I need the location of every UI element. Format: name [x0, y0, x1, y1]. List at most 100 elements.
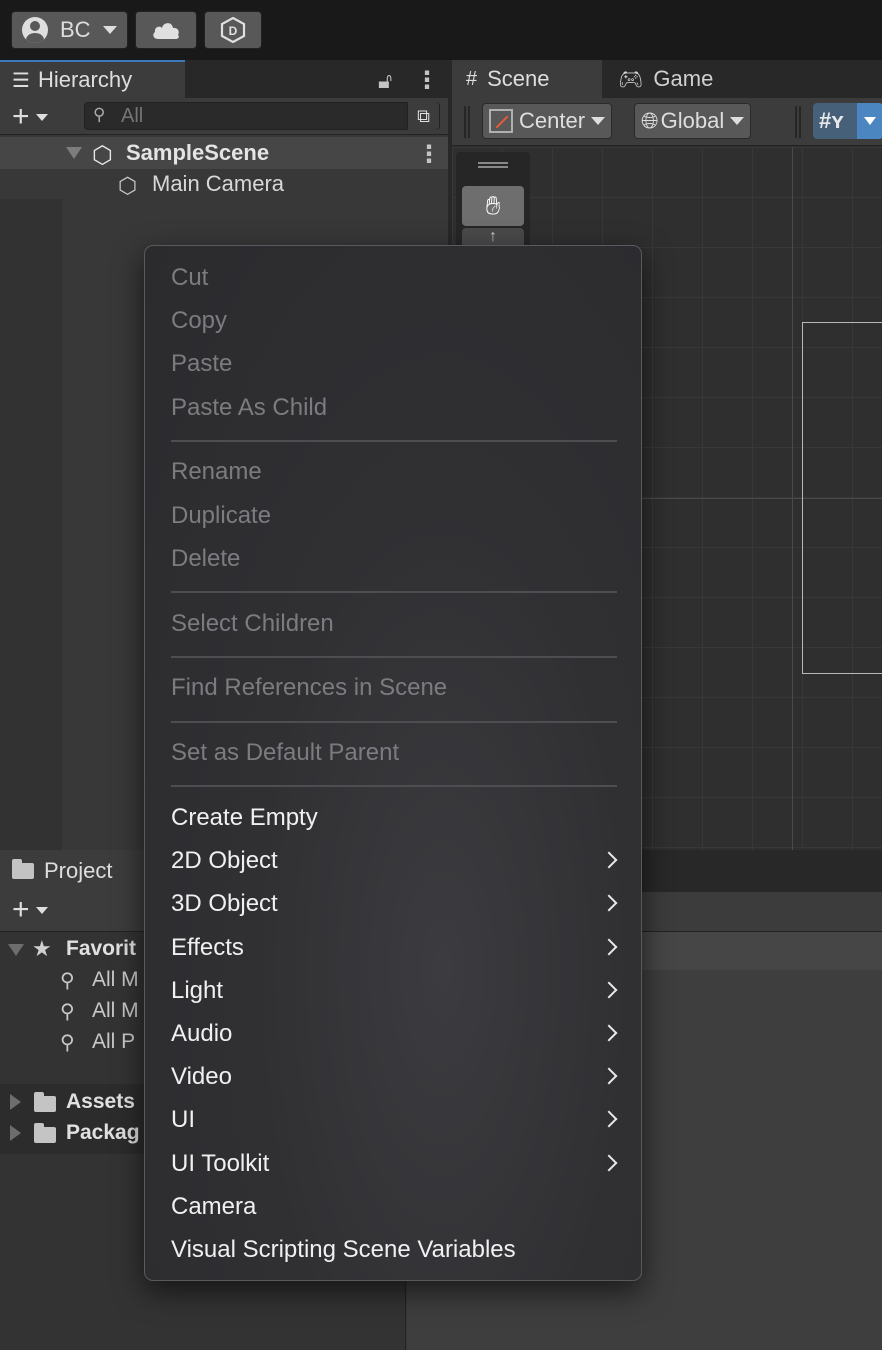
menu-item-find-references-in-scene[interactable]: Find References in Scene [171, 668, 617, 708]
menu-item-light[interactable]: Light [171, 971, 617, 1011]
create-asset-button[interactable]: + [12, 893, 48, 927]
tab-project-label: Project [44, 858, 113, 883]
menu-item-video[interactable]: Video [171, 1057, 617, 1097]
gamepad-icon: 🎮︎ [618, 68, 644, 91]
menu-item-delete[interactable]: Delete [171, 539, 617, 579]
pivot-icon [489, 109, 513, 133]
expand-arrow-icon[interactable] [10, 1125, 21, 1141]
collapse-arrow-icon[interactable] [8, 944, 24, 956]
hierarchy-tabstrip: ☰ Hierarchy 🔓︎ ⋮ [0, 60, 448, 98]
menu-item-3d-object[interactable]: 3D Object [171, 884, 617, 924]
plus-icon: + [12, 100, 30, 133]
toolbar-grip[interactable] [464, 106, 470, 138]
menu-item-2d-object[interactable]: 2D Object [171, 841, 617, 881]
cloud-button[interactable] [135, 11, 197, 49]
favorite-label: All M [92, 999, 139, 1022]
menu-item-cut[interactable]: Cut [171, 258, 617, 298]
folder-icon [12, 859, 34, 879]
tab-hierarchy[interactable]: ☰ Hierarchy [0, 60, 185, 98]
menu-item-rename[interactable]: Rename [171, 452, 617, 492]
menu-item-copy[interactable]: Copy [171, 301, 617, 341]
menu-item-set-as-default-parent[interactable]: Set as Default Parent [171, 733, 617, 773]
menu-item-select-children[interactable]: Select Children [171, 604, 617, 644]
menu-item-effects[interactable]: Effects [171, 928, 617, 968]
account-label: BC [60, 17, 91, 42]
overlay-drag-handle[interactable] [478, 162, 508, 168]
folder-icon [34, 1092, 56, 1112]
menu-item-label: Rename [171, 458, 262, 486]
star-icon: ★ [32, 936, 52, 961]
menu-item-label: UI [171, 1106, 195, 1134]
hierarchy-search: ⚲ ⧉ [84, 102, 440, 130]
search-icon: ⚲ [60, 969, 75, 992]
more-options-icon[interactable]: ⋮ [415, 66, 439, 95]
menu-item-ui[interactable]: UI [171, 1100, 617, 1140]
unity-scene-icon: ⬡ [92, 142, 113, 169]
globe-icon: 🌐︎ [641, 108, 659, 133]
menu-item-label: Audio [171, 1020, 233, 1047]
tools-overlay: ✋︎ ↑ [456, 152, 530, 252]
pivot-mode-label: Center [519, 108, 586, 133]
chevron-down-icon [591, 117, 606, 125]
menu-item-paste-as-child[interactable]: Paste As Child [171, 388, 617, 428]
gameobject-cube-icon: ⬡ [118, 173, 138, 198]
search-by-type-icon[interactable]: ⧉ [407, 102, 439, 130]
menu-item-label: 2D Object [171, 847, 278, 875]
account-dropdown[interactable]: BC [11, 11, 128, 49]
chevron-right-icon [603, 1150, 617, 1178]
expand-arrow-icon[interactable] [66, 147, 82, 159]
menu-item-paste[interactable]: Paste [171, 344, 617, 384]
hierarchy-toolbar: + ⚲ ⧉ [0, 98, 448, 135]
pivot-rotation-dropdown[interactable]: 🌐︎ Global [634, 103, 752, 139]
svg-text:D: D [229, 24, 238, 38]
menu-item-create-empty[interactable]: Create Empty [171, 798, 617, 838]
menu-item-visual-scripting-scene-variables[interactable]: Visual Scripting Scene Variables [171, 1230, 617, 1270]
hand-tool-icon[interactable]: ✋︎ [462, 186, 524, 226]
chevron-down-icon [35, 906, 48, 914]
chevron-down-icon [102, 26, 117, 34]
grid-hash-icon: # [466, 67, 478, 90]
context-menu: Cut Copy Paste Paste As Child Rename Duplicat… [144, 245, 642, 1281]
chevron-right-icon [603, 890, 617, 918]
menu-item-duplicate[interactable]: Duplicate [171, 496, 617, 536]
menu-separator [171, 785, 617, 788]
menu-item-label: 3D Object [171, 890, 278, 918]
favorites-label: Favorit [66, 937, 137, 960]
menu-item-audio[interactable]: Audio [171, 1014, 617, 1054]
scene-row[interactable]: ⬡ SampleScene ⋮ [0, 137, 448, 169]
menu-item-label: Video [171, 1063, 232, 1091]
hierarchy-item[interactable]: ⬡ Main Camera [0, 169, 448, 199]
menu-separator [171, 591, 617, 593]
menu-item-label: Visual Scripting Scene Variables [171, 1236, 516, 1263]
pivot-mode-dropdown[interactable]: Center [482, 103, 613, 139]
menu-item-label: Copy [171, 307, 228, 335]
menu-item-label: Select Children [171, 609, 334, 637]
menu-separator [171, 655, 617, 658]
menu-item-ui-toolkit[interactable]: UI Toolkit [171, 1144, 617, 1184]
pivot-rotation-label: Global [660, 108, 725, 133]
menu-item-label: UI Toolkit [171, 1149, 270, 1177]
menu-item-label: Cut [171, 264, 209, 291]
chevron-right-icon [603, 1063, 617, 1091]
tab-game[interactable]: 🎮︎ Game [604, 60, 744, 98]
grid-snap-icon: #ʏ [819, 108, 844, 133]
create-button[interactable]: + [12, 100, 48, 134]
folder-icon [34, 1123, 56, 1143]
scene-options-icon[interactable]: ⋮ [417, 140, 441, 169]
grid-toggle-button[interactable]: #ʏ [813, 103, 882, 139]
tab-hierarchy-label: Hierarchy [37, 67, 133, 92]
list-icon: ☰ [12, 69, 30, 92]
chevron-right-icon [603, 1106, 617, 1134]
search-input[interactable] [121, 103, 401, 129]
plastic-scm-button[interactable]: D [204, 11, 262, 49]
expand-arrow-icon[interactable] [10, 1094, 21, 1110]
chevron-right-icon [603, 977, 617, 1005]
menu-item-camera[interactable]: Camera [171, 1187, 617, 1227]
toolbar-grip[interactable] [795, 106, 801, 138]
tab-scene[interactable]: # Scene [452, 60, 602, 98]
lock-icon[interactable]: 🔓︎ [378, 68, 392, 94]
grid-dropdown[interactable] [857, 103, 882, 139]
tab-project[interactable]: Project [0, 850, 150, 892]
chevron-right-icon [603, 1020, 617, 1048]
tab-game-label: Game [653, 66, 714, 91]
